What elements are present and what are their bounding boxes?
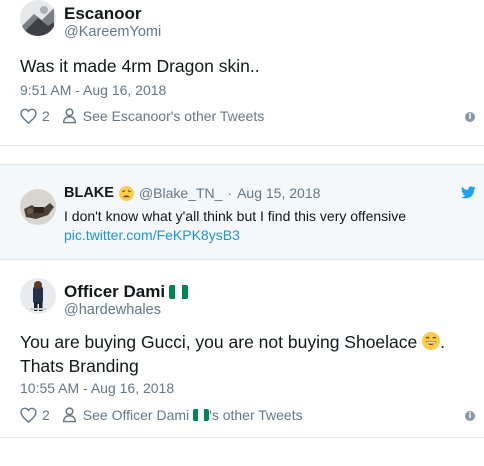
twitter-bird-icon[interactable] — [461, 186, 476, 204]
person-icon — [62, 407, 77, 423]
separator: · — [227, 185, 233, 201]
author-handle[interactable]: @Blake_TN_ — [139, 185, 222, 201]
nigeria-flag-icon — [169, 285, 189, 299]
other-tweets-label: See Escanoor's other Tweets — [82, 108, 265, 124]
other-tweets-link[interactable]: See Escanoor's other Tweets — [62, 108, 264, 124]
info-icon[interactable]: i — [465, 411, 475, 421]
person-icon — [62, 108, 77, 124]
info-icon[interactable]: i — [465, 112, 475, 122]
other-tweets-link[interactable]: See Officer Dami 's other Tweets — [62, 407, 303, 423]
like-count: 2 — [42, 407, 50, 423]
heart-icon — [20, 407, 37, 423]
like-button[interactable]: 2 — [20, 108, 50, 124]
quoted-tweet-card[interactable]: BLAKE @Blake_TN_ · Aug 15, 2018 I don't … — [0, 164, 484, 260]
nigeria-flag-icon — [193, 409, 210, 421]
tweet-card-officer-dami: Officer Dami @hardewhales You are buying… — [0, 262, 484, 438]
other-tweets-suffix: 's other Tweets — [209, 407, 303, 423]
tweet-text-part1: You are buying Gucci, you are not buying… — [20, 332, 418, 352]
like-count: 2 — [42, 108, 50, 124]
author-handle[interactable]: @KareemYomi — [64, 24, 161, 40]
quoted-text: I don't know what y'all think but I find… — [64, 208, 407, 224]
tweet-timestamp[interactable]: 9:51 AM - Aug 16, 2018 — [20, 82, 166, 98]
author-name-row: Officer Dami — [64, 282, 189, 302]
tweet-text: Was it made 4rm Dragon skin.. — [20, 56, 260, 76]
avatar[interactable] — [20, 189, 56, 225]
other-tweets-prefix: See Officer Dami — [82, 407, 190, 423]
quoted-media-link[interactable]: pic.twitter.com/FeKPK8ysB3 — [64, 227, 240, 243]
like-button[interactable]: 2 — [20, 407, 50, 423]
tweet-card-escanoor: Escanoor @KareemYomi Was it made 4rm Dra… — [0, 0, 484, 146]
tweet-timestamp[interactable]: 10:55 AM - Aug 16, 2018 — [20, 380, 174, 396]
heart-icon — [20, 108, 37, 124]
avatar[interactable] — [20, 278, 56, 314]
tweet-actions: 2 See Escanoor's other Tweets — [20, 108, 264, 124]
tweet-text: You are buying Gucci, you are not buying… — [20, 330, 470, 378]
tweet-actions: 2 See Officer Dami 's other Tweets — [20, 407, 303, 423]
author-name[interactable]: BLAKE — [64, 185, 114, 201]
avatar[interactable] — [20, 0, 56, 36]
quoted-header: BLAKE @Blake_TN_ · Aug 15, 2018 — [64, 185, 320, 201]
quoted-date[interactable]: Aug 15, 2018 — [237, 185, 320, 201]
author-handle[interactable]: @hardewhales — [64, 302, 161, 318]
weary-face-emoji — [118, 185, 134, 201]
grinning-face-emoji — [422, 332, 441, 350]
author-name[interactable]: Officer Dami — [64, 282, 165, 302]
author-name[interactable]: Escanoor — [64, 4, 141, 24]
